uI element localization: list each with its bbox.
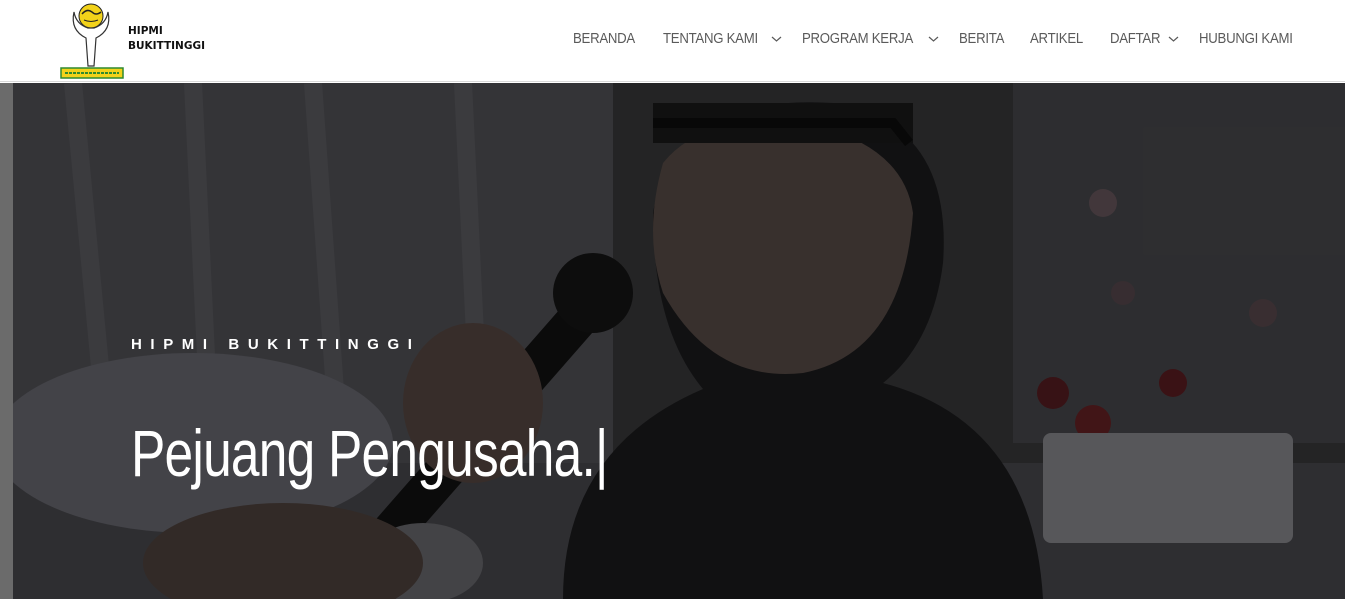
hipmi-logo-icon[interactable] (58, 2, 126, 80)
hero-headline-text: Pejuang Pengusaha. (131, 416, 596, 490)
nav-label: DAFTAR (1110, 30, 1161, 47)
nav-label: BERANDA (572, 30, 635, 47)
typing-cursor: | (594, 416, 608, 490)
brand-name[interactable]: HIPMI BUKITTINGGI (128, 24, 205, 54)
hero-headline: Pejuang Pengusaha.| (131, 413, 608, 493)
nav-item-hubungi-kami[interactable]: HUBUNGI KAMI (1199, 30, 1305, 47)
nav-item-beranda[interactable]: BERANDA (573, 30, 643, 47)
nav-item-artikel[interactable]: ARTIKEL (1030, 30, 1090, 47)
main-nav: BERANDA TENTANG KAMI PROGRAM KERJA BERIT… (573, 30, 1305, 47)
chevron-down-icon (771, 36, 782, 42)
nav-label: ARTIKEL (1030, 30, 1084, 47)
chevron-down-icon (1168, 36, 1178, 42)
brand-line-1: HIPMI (128, 25, 163, 37)
nav-label: TENTANG KAMI (663, 30, 759, 47)
brand-line-2: BUKITTINGGI (128, 40, 205, 52)
nav-item-daftar[interactable]: DAFTAR (1110, 30, 1178, 47)
nav-label: HUBUNGI KAMI (1198, 30, 1293, 47)
nav-item-program-kerja[interactable]: PROGRAM KERJA (802, 30, 939, 47)
nav-item-tentang-kami[interactable]: TENTANG KAMI (663, 30, 782, 47)
site-header: HIPMI BUKITTINGGI BERANDA TENTANG KAMI P… (0, 0, 1345, 82)
nav-label: PROGRAM KERJA (801, 30, 913, 47)
nav-label: BERITA (959, 30, 1005, 47)
hero-banner: HIPMI BUKITTINGGI Pejuang Pengusaha.| (13, 83, 1345, 599)
chevron-down-icon (928, 36, 939, 42)
nav-item-berita[interactable]: BERITA (959, 30, 1010, 47)
hero-left-edge (0, 83, 13, 599)
hero-kicker: HIPMI BUKITTINGGI (131, 336, 421, 353)
